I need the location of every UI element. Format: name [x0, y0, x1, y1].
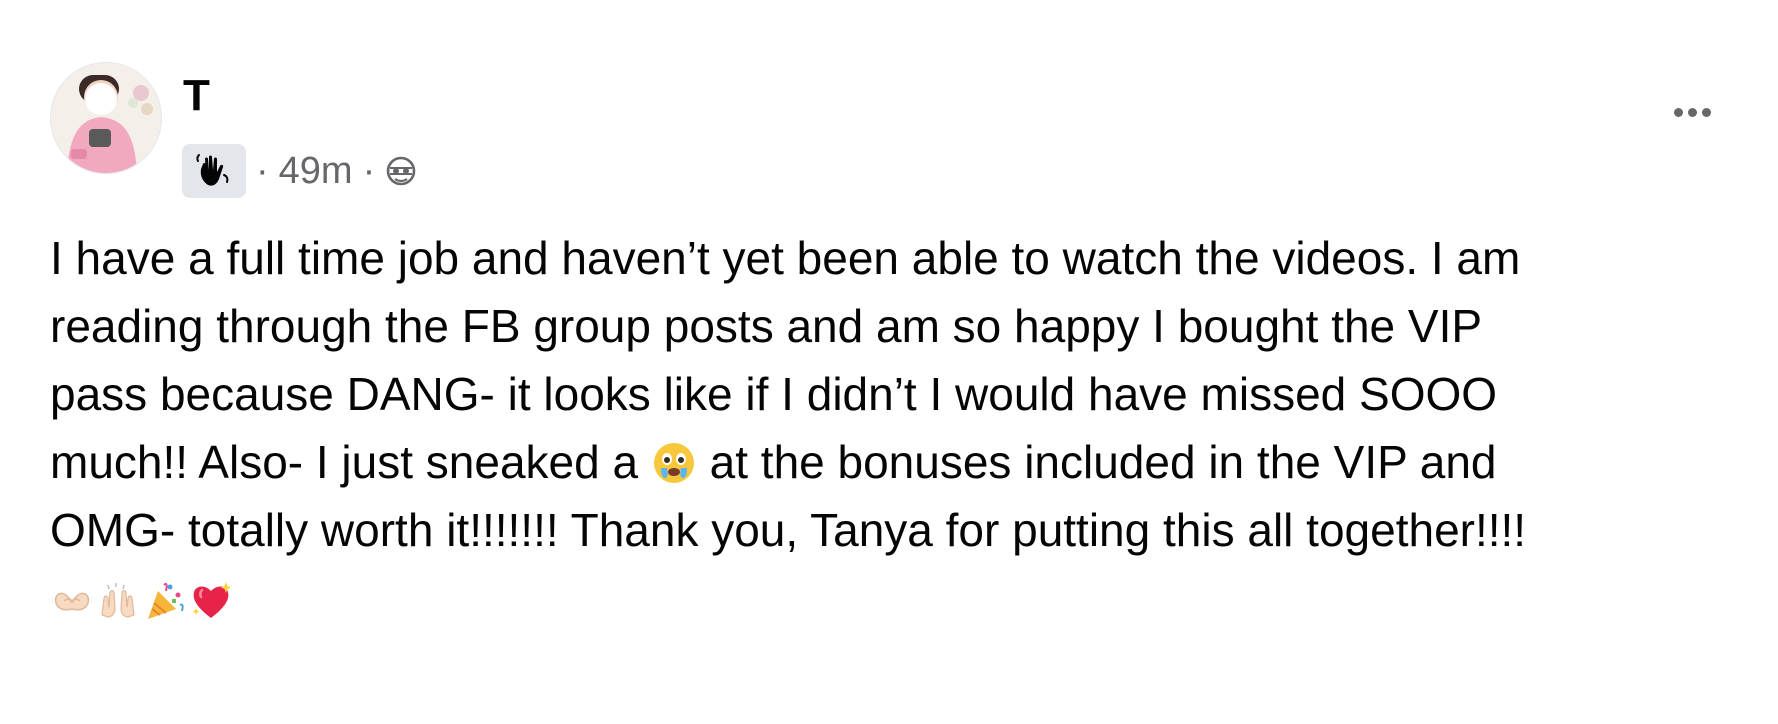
post-meta: · 49m ·	[182, 144, 419, 198]
globe-icon[interactable]	[385, 154, 419, 188]
post-text-segment: at the bonuses included in the VIP and	[696, 436, 1497, 488]
post-body: I have a full time job and haven’t yet b…	[50, 224, 1750, 564]
post-text-line: reading through the FB group posts and a…	[50, 300, 1483, 352]
post-text-line-with-emoji: much!! Also- I just sneaked a at the bon…	[50, 428, 1750, 496]
party-popper-emoji	[142, 579, 186, 623]
post-text-line: I have a full time job and haven’t yet b…	[50, 232, 1521, 284]
crying-face-emoji	[651, 436, 697, 483]
raising-hands-emoji	[96, 579, 140, 623]
post-text-line: OMG- totally worth it!!!!!!! Thank you, …	[50, 504, 1527, 556]
post-text-line: pass because DANG- it looks like if I di…	[50, 368, 1498, 420]
redacted-name-area	[212, 68, 542, 126]
more-options-icon[interactable]	[1662, 92, 1722, 132]
author-name[interactable]: T	[183, 70, 211, 122]
heart-hands-emoji	[50, 579, 94, 623]
separator: ·	[362, 150, 376, 192]
sparkling-heart-emoji	[188, 578, 234, 624]
separator: ·	[256, 150, 269, 192]
post-time[interactable]: 49m	[279, 144, 353, 198]
author-avatar[interactable]	[50, 62, 162, 174]
post-text-segment: much!! Also- I just sneaked a	[50, 436, 639, 488]
facebook-post: T · 49m · I have a full time job and hav…	[0, 0, 1778, 724]
emoji-row	[50, 578, 234, 624]
waving-hand-icon[interactable]	[182, 144, 246, 198]
